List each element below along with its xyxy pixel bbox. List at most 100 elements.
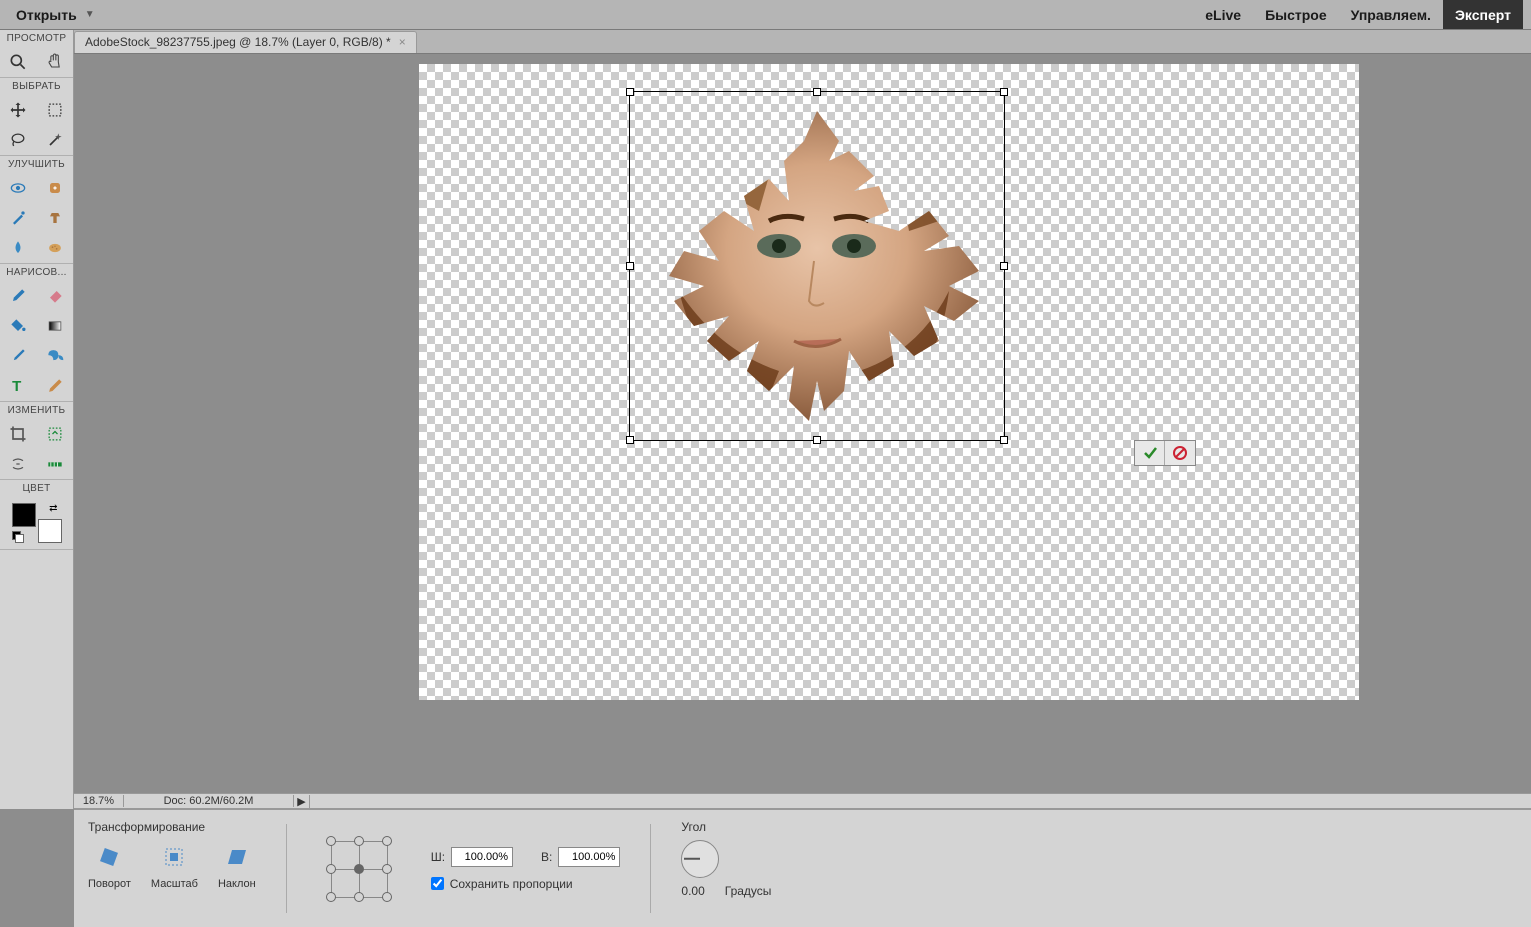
height-label: В: — [541, 850, 552, 864]
toolbox-header-enhance: УЛУЧШИТЬ — [0, 156, 73, 173]
magic-wand-tool[interactable] — [37, 125, 74, 155]
move-tool[interactable] — [0, 95, 37, 125]
anchor-tc[interactable] — [345, 827, 373, 855]
eyedropper-tool[interactable] — [0, 341, 37, 371]
brush-tool[interactable] — [0, 281, 37, 311]
smart-brush-tool[interactable] — [0, 203, 37, 233]
anchor-tl[interactable] — [317, 827, 345, 855]
transform-handle-br[interactable] — [1000, 436, 1008, 444]
anchor-bl[interactable] — [317, 883, 345, 911]
transform-handle-mr[interactable] — [1000, 262, 1008, 270]
spot-heal-tool[interactable] — [37, 173, 74, 203]
degrees-label: Градусы — [725, 884, 772, 898]
marquee-tool[interactable] — [37, 95, 74, 125]
commit-transform-button[interactable] — [1135, 441, 1165, 465]
anchor-bc[interactable] — [345, 883, 373, 911]
rotate-icon — [93, 844, 125, 870]
tool-options-panel: Трансформирование Поворот Масштаб Наклон — [74, 809, 1531, 927]
status-more-icon[interactable]: ▶ — [294, 795, 310, 808]
blur-tool[interactable] — [0, 233, 37, 263]
sponge-tool[interactable] — [37, 233, 74, 263]
transform-handle-tl[interactable] — [626, 88, 634, 96]
reference-point-grid — [317, 827, 401, 911]
transform-rotate-mode[interactable]: Поворот — [88, 844, 131, 890]
straighten-tool[interactable] — [37, 449, 74, 479]
anchor-br[interactable] — [373, 883, 401, 911]
status-doc-size: Doc: 60.2M/60.2M — [124, 795, 294, 807]
transform-confirm-bar — [1134, 440, 1196, 466]
dropdown-arrow-icon: ▼ — [85, 9, 95, 20]
transform-handle-tr[interactable] — [1000, 88, 1008, 96]
angle-label: Угол — [681, 820, 771, 834]
eraser-tool[interactable] — [37, 281, 74, 311]
hand-tool[interactable] — [37, 47, 74, 77]
redeye-tool[interactable] — [0, 173, 37, 203]
svg-text:T: T — [12, 378, 21, 395]
cancel-transform-button[interactable] — [1165, 441, 1195, 465]
scale-icon — [158, 844, 190, 870]
toolbox-header-draw: НАРИСОВ... — [0, 264, 73, 281]
toolbox-header-color: ЦВЕТ — [0, 480, 73, 497]
angle-dial[interactable] — [681, 840, 719, 878]
paint-bucket-tool[interactable] — [0, 311, 37, 341]
transform-handle-bc[interactable] — [813, 436, 821, 444]
anchor-ml[interactable] — [317, 855, 345, 883]
content-aware-tool[interactable] — [0, 449, 37, 479]
toolbox-header-select: ВЫБРАТЬ — [0, 78, 73, 95]
transform-scale-mode[interactable]: Масштаб — [151, 844, 198, 890]
color-swatch: ⇄ — [12, 503, 62, 543]
skew-icon — [221, 844, 253, 870]
background-color[interactable] — [38, 519, 62, 543]
default-colors-icon[interactable] — [12, 531, 24, 543]
app-top-bar: Открыть ▼ eLive Быстрое Управляем. Экспе… — [0, 0, 1531, 30]
gradient-tool[interactable] — [37, 311, 74, 341]
document-canvas[interactable] — [419, 64, 1359, 700]
anchor-tr[interactable] — [373, 827, 401, 855]
pencil-tool[interactable] — [37, 371, 74, 401]
mode-expert[interactable]: Эксперт — [1443, 0, 1523, 29]
angle-value: 0.00 — [681, 884, 704, 898]
width-input[interactable] — [451, 847, 513, 867]
constrain-checkbox[interactable] — [431, 877, 444, 890]
divider — [650, 824, 651, 913]
canvas-area — [74, 54, 1531, 809]
clone-stamp-tool[interactable] — [37, 203, 74, 233]
mode-guided[interactable]: Управляем. — [1339, 0, 1443, 29]
close-tab-icon[interactable]: × — [399, 35, 406, 49]
anchor-center[interactable] — [345, 855, 373, 883]
document-tab-bar: AdobeStock_98237755.jpeg @ 18.7% (Layer … — [0, 30, 1531, 54]
open-menu[interactable]: Открыть ▼ — [8, 3, 103, 27]
document-tab-title: AdobeStock_98237755.jpeg @ 18.7% (Layer … — [85, 35, 391, 49]
transform-handle-tc[interactable] — [813, 88, 821, 96]
open-label: Открыть — [16, 7, 77, 23]
status-zoom[interactable]: 18.7% — [74, 795, 124, 807]
toolbox: ПРОСМОТР ВЫБРАТЬ УЛУЧШИТЬ — [0, 30, 74, 809]
transform-bounding-box[interactable] — [629, 91, 1005, 441]
transform-handle-bl[interactable] — [626, 436, 634, 444]
foreground-color[interactable] — [12, 503, 36, 527]
width-label: Ш: — [431, 850, 445, 864]
toolbox-header-view: ПРОСМОТР — [0, 30, 73, 47]
anchor-mr[interactable] — [373, 855, 401, 883]
constrain-label: Сохранить пропорции — [450, 877, 573, 891]
height-input[interactable] — [558, 847, 620, 867]
zoom-tool[interactable] — [0, 47, 37, 77]
scale-label: Масштаб — [151, 878, 198, 890]
mode-quick[interactable]: Быстрое — [1253, 0, 1339, 29]
mode-elive[interactable]: eLive — [1193, 0, 1253, 29]
swap-colors-icon[interactable]: ⇄ — [49, 503, 57, 514]
crop-tool[interactable] — [0, 419, 37, 449]
transform-handle-ml[interactable] — [626, 262, 634, 270]
mode-tabs: eLive Быстрое Управляем. Эксперт — [1193, 0, 1523, 29]
document-tab[interactable]: AdobeStock_98237755.jpeg @ 18.7% (Layer … — [74, 31, 417, 53]
type-tool[interactable]: T — [0, 371, 37, 401]
shape-tool[interactable] — [37, 341, 74, 371]
recompose-tool[interactable] — [37, 419, 74, 449]
rotate-label: Поворот — [88, 878, 131, 890]
status-bar: 18.7% Doc: 60.2M/60.2M ▶ — [74, 793, 1531, 809]
divider — [286, 824, 287, 913]
skew-label: Наклон — [218, 878, 256, 890]
toolbox-header-modify: ИЗМЕНИТЬ — [0, 402, 73, 419]
lasso-tool[interactable] — [0, 125, 37, 155]
transform-skew-mode[interactable]: Наклон — [218, 844, 256, 890]
